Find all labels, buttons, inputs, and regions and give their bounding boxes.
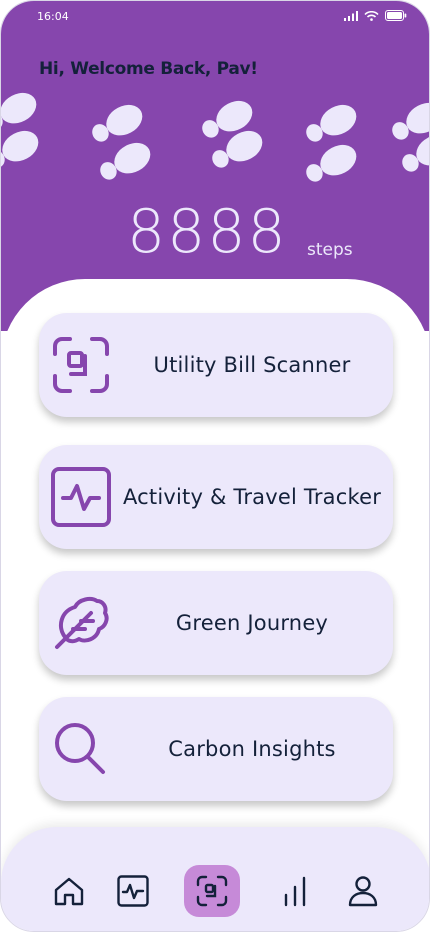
bar-chart-icon — [284, 876, 306, 907]
activity-icon — [117, 875, 149, 907]
nav-scan[interactable] — [184, 865, 240, 917]
green-journey-card[interactable]: Green Journey — [39, 571, 393, 675]
steps-count: 8888 — [127, 197, 288, 267]
nav-profile[interactable] — [335, 865, 391, 917]
utility-bill-scanner-card[interactable]: Utility Bill Scanner — [39, 313, 393, 417]
signal-icon — [344, 10, 358, 21]
card-label: Carbon Insights — [168, 737, 336, 761]
nav-activity[interactable] — [105, 865, 161, 917]
status-bar: 16:04 — [1, 1, 429, 31]
user-icon — [348, 876, 378, 907]
nav-home[interactable] — [41, 865, 97, 917]
nav-stats[interactable] — [267, 865, 323, 917]
scan-icon — [196, 875, 228, 907]
card-label: Utility Bill Scanner — [153, 353, 351, 377]
bottom-nav — [1, 827, 429, 931]
battery-icon — [385, 10, 407, 21]
main-panel: Utility Bill Scanner Activity & Travel T… — [1, 279, 429, 839]
card-label: Activity & Travel Tracker — [122, 485, 382, 509]
app-screen: 16:04 Hi, Welcome Back, Pav! 8888 steps … — [0, 0, 430, 932]
search-icon — [55, 723, 105, 774]
status-time: 16:04 — [37, 10, 69, 23]
wifi-icon — [364, 10, 379, 21]
scan-icon — [53, 337, 109, 393]
activity-travel-tracker-card[interactable]: Activity & Travel Tracker — [39, 445, 393, 549]
carbon-insights-card[interactable]: Carbon Insights — [39, 697, 393, 801]
activity-icon — [51, 467, 111, 527]
leaf-icon — [55, 597, 109, 649]
greeting-text: Hi, Welcome Back, Pav! — [39, 59, 258, 79]
steps-unit: steps — [307, 240, 353, 260]
home-icon — [54, 877, 84, 906]
card-label: Green Journey — [175, 611, 329, 635]
footprints-decoration — [1, 89, 429, 189]
status-icons — [344, 10, 407, 21]
